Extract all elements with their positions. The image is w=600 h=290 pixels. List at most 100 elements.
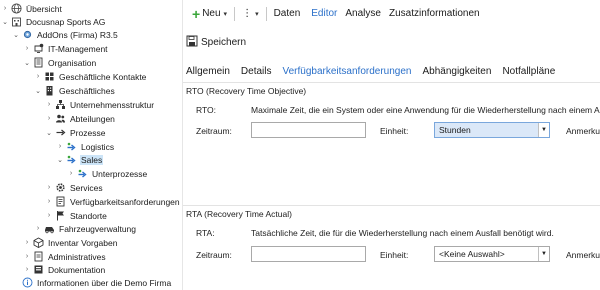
addons-gear-icon — [21, 29, 33, 40]
rta-anmerkung-label: Anmerkur — [566, 250, 600, 260]
tab-details[interactable]: Details — [241, 66, 272, 77]
rta-einheit-select[interactable]: <Keine Auswahl> ▼ — [434, 246, 550, 262]
expand-arrow-icon[interactable]: › — [22, 266, 32, 273]
collapse-arrow-icon[interactable]: ⌄ — [55, 156, 65, 164]
collapse-arrow-icon[interactable]: ⌄ — [33, 87, 43, 95]
tab-notfallplaene[interactable]: Notfallpläne — [502, 66, 555, 77]
rto-einheit-value: Stunden — [439, 125, 471, 135]
collapse-arrow-icon[interactable]: ⌄ — [22, 59, 32, 67]
expand-arrow-icon[interactable]: › — [33, 225, 43, 232]
tree-item-unternehmensstruktur[interactable]: › Unternehmensstruktur — [44, 98, 155, 111]
expand-arrow-icon[interactable]: › — [66, 170, 76, 177]
rto-section-title: RTO (Recovery Time Objective) — [186, 86, 307, 96]
tree-item-label: Prozesse — [70, 127, 106, 138]
save-button[interactable]: Speichern — [186, 34, 246, 50]
contacts-grid-icon — [43, 71, 55, 82]
expand-arrow-icon[interactable]: › — [44, 184, 54, 191]
rto-description: Maximale Zeit, die ein System oder eine … — [251, 105, 600, 115]
panel-divider[interactable] — [182, 0, 183, 290]
expand-arrow-icon[interactable]: › — [44, 101, 54, 108]
tree-item-geschaeftliches[interactable]: ⌄ Geschäftliches — [33, 84, 116, 97]
rto-zeitraum-input[interactable] — [251, 122, 366, 138]
tree-item-label: Informationen über die Demo Firma — [37, 277, 172, 288]
detail-tabs: Allgemein Details Verfügbarkeitsanforder… — [186, 63, 566, 79]
rta-key-label: RTA: — [196, 228, 215, 238]
expand-arrow-icon[interactable]: › — [44, 115, 54, 122]
tree-item-standorte[interactable]: › Standorte — [44, 209, 108, 222]
tree-item-fahrzeugverwaltung[interactable]: › Fahrzeugverwaltung — [33, 222, 137, 235]
tree-item-label: Administratives — [48, 251, 106, 262]
tree-item-addons[interactable]: ⌄ AddOns (Firma) R3.5 — [11, 28, 119, 41]
rta-description: Tatsächliche Zeit, die für die Wiederher… — [251, 228, 554, 238]
tree-item-administratives[interactable]: › Administratives — [22, 250, 107, 263]
structure-icon — [54, 99, 66, 110]
expand-arrow-icon[interactable]: › — [44, 212, 54, 219]
new-button[interactable]: + Neu ▾ — [189, 7, 230, 21]
expand-arrow-icon[interactable]: › — [22, 239, 32, 246]
expand-arrow-icon[interactable]: › — [44, 198, 54, 205]
tab-allgemein[interactable]: Allgemein — [186, 66, 230, 77]
expand-arrow-icon[interactable]: › — [33, 73, 43, 80]
menu-zusatzinformationen[interactable]: Zusatzinformationen — [386, 8, 483, 19]
tree-item-company[interactable]: ⌄ Docusnap Sports AG — [0, 15, 106, 28]
collapse-arrow-icon[interactable]: ⌄ — [44, 129, 54, 137]
business-building-icon — [43, 85, 55, 96]
tree-item-logistics[interactable]: › Logistics — [55, 140, 115, 153]
menu-editor[interactable]: Editor — [308, 8, 340, 19]
documentation-icon — [32, 264, 44, 275]
menu-analyse[interactable]: Analyse — [342, 8, 384, 19]
tree-item-label: Inventar Vorgaben — [48, 237, 118, 248]
rta-einheit-value: <Keine Auswahl> — [439, 249, 505, 259]
process-blue-arrow-icon — [65, 141, 77, 152]
expand-arrow-icon[interactable]: › — [22, 253, 32, 260]
process-arrow-icon — [54, 127, 66, 138]
expand-arrow-icon[interactable]: › — [55, 143, 65, 150]
tree-item-informationen[interactable]: Informationen über die Demo Firma — [11, 276, 172, 289]
save-button-label: Speichern — [201, 36, 247, 48]
expand-arrow-icon[interactable]: › — [0, 5, 10, 12]
tree-item-verfuegbarkeitsanforderungen[interactable]: › Verfügbarkeitsanforderungen — [44, 195, 181, 208]
inventory-box-icon — [32, 237, 44, 248]
rto-einheit-label: Einheit: — [380, 126, 409, 136]
chevron-down-icon: ▾ — [255, 10, 259, 18]
tree-item-label: Unterprozesse — [92, 168, 148, 179]
more-options-button[interactable]: ⋮ ▾ — [239, 8, 262, 19]
tree-item-label: Geschäftliches — [59, 85, 115, 96]
chevron-down-icon: ▾ — [223, 10, 228, 18]
tab-verfuegbarkeitsanforderungen[interactable]: Verfügbarkeitsanforderungen — [283, 66, 412, 77]
tree-item-sales[interactable]: ⌄ Sales — [55, 153, 104, 166]
tree-item-uebersicht[interactable]: › Übersicht — [0, 2, 63, 15]
menu-daten[interactable]: Daten — [271, 8, 304, 19]
tree-item-services[interactable]: › Services — [44, 181, 104, 194]
tree-item-dokumentation[interactable]: › Dokumentation — [22, 263, 106, 276]
tree-item-inventar-vorgaben[interactable]: › Inventar Vorgaben — [22, 236, 118, 249]
tree-item-abteilungen[interactable]: › Abteilungen — [44, 112, 116, 125]
tree-item-label: Fahrzeugverwaltung — [59, 223, 137, 234]
tree-item-label: Verfügbarkeitsanforderungen — [70, 196, 180, 207]
process-blue-arrow-icon — [65, 154, 77, 165]
rta-einheit-label: Einheit: — [380, 250, 409, 260]
rto-einheit-select[interactable]: Stunden ▼ — [434, 122, 550, 138]
admin-document-icon — [32, 251, 44, 262]
chevron-down-icon[interactable]: ▼ — [538, 247, 549, 261]
people-icon — [54, 113, 66, 124]
chevron-down-icon[interactable]: ▼ — [538, 123, 549, 137]
tree-item-label: Dokumentation — [48, 264, 106, 275]
collapse-arrow-icon[interactable]: ⌄ — [11, 31, 21, 39]
tree-item-it-management[interactable]: › IT-Management — [22, 42, 109, 55]
tree-item-label: Unternehmensstruktur — [70, 99, 155, 110]
services-gear-icon — [54, 182, 66, 193]
tree-item-geschaeftliche-kontakte[interactable]: › Geschäftliche Kontakte — [33, 70, 147, 83]
rto-anmerkung-label: Anmerkur — [566, 126, 600, 136]
expand-arrow-icon[interactable]: › — [22, 45, 32, 52]
tab-abhaengigkeiten[interactable]: Abhängigkeiten — [422, 66, 491, 77]
collapse-arrow-icon[interactable]: ⌄ — [0, 18, 10, 26]
tree-item-unterprozesse[interactable]: › Unterprozesse — [66, 167, 148, 180]
rta-section-title: RTA (Recovery Time Actual) — [186, 209, 292, 219]
more-options-label: ⋮ — [242, 8, 253, 19]
tree-item-prozesse[interactable]: ⌄ Prozesse — [44, 126, 106, 139]
tree-item-organisation[interactable]: ⌄ Organisation — [22, 56, 97, 69]
tree-item-label: Docusnap Sports AG — [26, 16, 106, 27]
rta-zeitraum-input[interactable] — [251, 246, 366, 262]
rto-zeitraum-label: Zeitraum: — [196, 126, 232, 136]
